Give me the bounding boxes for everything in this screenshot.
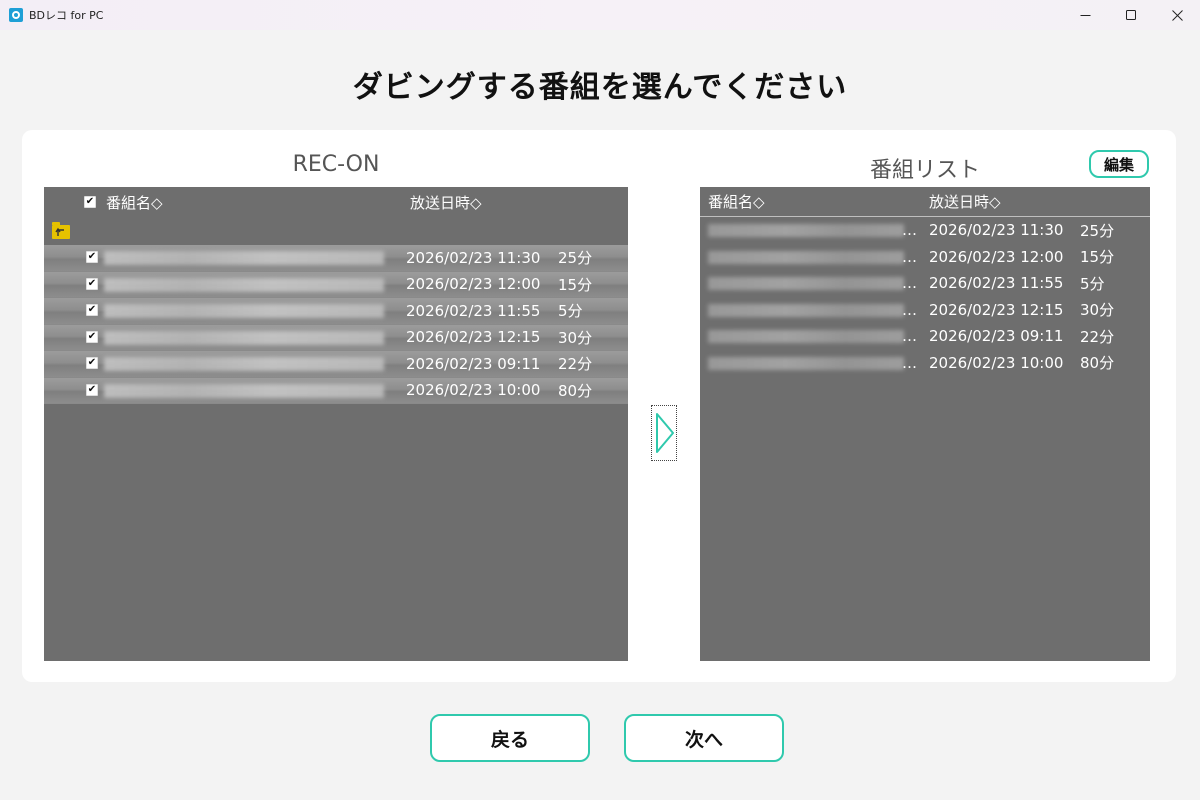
folder-up-icon[interactable] — [52, 222, 70, 239]
program-name-blurred — [708, 224, 904, 237]
maximize-icon — [1125, 9, 1136, 20]
program-name-blurred — [708, 356, 904, 370]
next-button[interactable]: 次へ — [624, 714, 784, 762]
row-duration: 22分 — [558, 355, 593, 374]
table-row[interactable]: ✔ 2026/02/23 12:00 15分 — [44, 271, 628, 298]
edit-button[interactable]: 編集 — [1089, 150, 1149, 178]
name-ellipsis: … — [902, 247, 917, 266]
table-row[interactable]: ✔ 2026/02/23 10:00 80分 — [44, 377, 628, 404]
program-name-blurred — [104, 330, 384, 345]
list-item[interactable]: … 2026/02/23 10:00 80分 — [700, 350, 1150, 377]
row-duration: 30分 — [1080, 301, 1115, 320]
window-title: BDレコ for PC — [29, 9, 104, 22]
table-row[interactable]: ✔ 2026/02/23 11:55 5分 — [44, 298, 628, 325]
close-icon — [1171, 9, 1183, 21]
column-header-name[interactable]: 番組名◇ — [106, 192, 163, 213]
row-checkbox[interactable]: ✔ — [86, 383, 98, 396]
row-duration: 15分 — [558, 275, 593, 294]
row-date: 2026/02/23 12:00 — [929, 247, 1064, 266]
row-date: 2026/02/23 11:55 — [929, 274, 1064, 293]
name-ellipsis: … — [902, 300, 917, 319]
column-header-date[interactable]: 放送日時◇ — [929, 191, 1001, 212]
row-date: 2026/02/23 10:00 — [929, 353, 1064, 372]
select-all-checkbox[interactable]: ✔ — [84, 196, 96, 208]
program-name-blurred — [708, 250, 904, 264]
list-item[interactable]: … 2026/02/23 12:00 15分 — [700, 244, 1150, 271]
program-list: 番組名◇ 放送日時◇ … 2026/02/23 11:30 25分 … 2026… — [700, 187, 1150, 661]
row-duration: 25分 — [558, 249, 593, 268]
program-name-blurred — [104, 251, 384, 265]
rec-on-header: ✔ 番組名◇ 放送日時◇ — [44, 187, 628, 217]
page-title: ダビングする番組を選んでください — [352, 70, 848, 105]
maximize-button[interactable] — [1108, 0, 1154, 30]
row-date: 2026/02/23 09:11 — [929, 327, 1064, 346]
row-date: 2026/02/23 12:00 — [406, 275, 541, 294]
program-name-blurred — [708, 303, 904, 317]
rec-on-panel-title: REC-ON — [292, 152, 380, 177]
row-duration: 80分 — [1080, 354, 1115, 373]
rec-on-list: ✔ 番組名◇ 放送日時◇ ✔ 2026/02/23 11:30 25分 ✔ 20… — [44, 187, 628, 661]
program-name-blurred — [708, 330, 904, 343]
row-checkbox[interactable]: ✔ — [86, 357, 98, 369]
back-button[interactable]: 戻る — [430, 714, 590, 762]
row-duration: 30分 — [558, 328, 593, 347]
program-list-header: 番組名◇ 放送日時◇ — [700, 187, 1150, 217]
list-item[interactable]: … 2026/02/23 11:30 25分 — [700, 217, 1150, 244]
name-ellipsis: … — [902, 353, 917, 372]
row-date: 2026/02/23 11:30 — [929, 221, 1064, 240]
minimize-icon — [1080, 14, 1090, 16]
folder-up-row[interactable] — [44, 217, 628, 245]
minimize-button[interactable] — [1062, 0, 1108, 30]
row-duration: 5分 — [558, 302, 583, 321]
program-name-blurred — [104, 383, 384, 398]
row-checkbox[interactable]: ✔ — [86, 304, 98, 316]
list-item[interactable]: … 2026/02/23 09:11 22分 — [700, 323, 1150, 350]
program-list-title: 番組リスト — [869, 158, 980, 183]
add-to-list-button[interactable] — [651, 405, 677, 461]
row-duration: 80分 — [558, 381, 593, 400]
table-row[interactable]: ✔ 2026/02/23 11:30 25分 — [44, 245, 628, 272]
name-ellipsis: … — [902, 327, 917, 346]
app-icon — [9, 8, 23, 22]
row-checkbox[interactable]: ✔ — [86, 277, 98, 290]
row-checkbox[interactable]: ✔ — [86, 251, 98, 263]
name-ellipsis: … — [902, 221, 917, 240]
program-name-blurred — [104, 277, 384, 292]
title-bar: BDレコ for PC — [0, 0, 1200, 30]
list-item[interactable]: … 2026/02/23 12:15 30分 — [700, 297, 1150, 324]
row-checkbox[interactable]: ✔ — [86, 330, 98, 343]
column-header-date[interactable]: 放送日時◇ — [410, 192, 482, 213]
close-button[interactable] — [1154, 0, 1200, 30]
program-name-blurred — [708, 277, 904, 290]
row-date: 2026/02/23 12:15 — [406, 328, 541, 347]
window-controls — [1062, 0, 1200, 30]
row-date: 2026/02/23 10:00 — [406, 381, 541, 400]
program-name-blurred — [104, 357, 384, 371]
name-ellipsis: … — [902, 274, 917, 293]
row-date: 2026/02/23 12:15 — [929, 300, 1064, 319]
row-duration: 15分 — [1080, 248, 1115, 267]
table-row[interactable]: ✔ 2026/02/23 09:11 22分 — [44, 351, 628, 378]
right-arrow-icon — [656, 413, 674, 453]
row-date: 2026/02/23 11:55 — [406, 301, 541, 320]
row-duration: 5分 — [1080, 274, 1105, 293]
table-row[interactable]: ✔ 2026/02/23 12:15 30分 — [44, 324, 628, 351]
list-item[interactable]: … 2026/02/23 11:55 5分 — [700, 270, 1150, 297]
row-duration: 25分 — [1080, 221, 1115, 240]
column-header-name[interactable]: 番組名◇ — [708, 191, 765, 212]
row-duration: 22分 — [1080, 327, 1115, 346]
program-name-blurred — [104, 304, 384, 318]
row-date: 2026/02/23 11:30 — [406, 248, 541, 267]
row-date: 2026/02/23 09:11 — [406, 354, 541, 373]
